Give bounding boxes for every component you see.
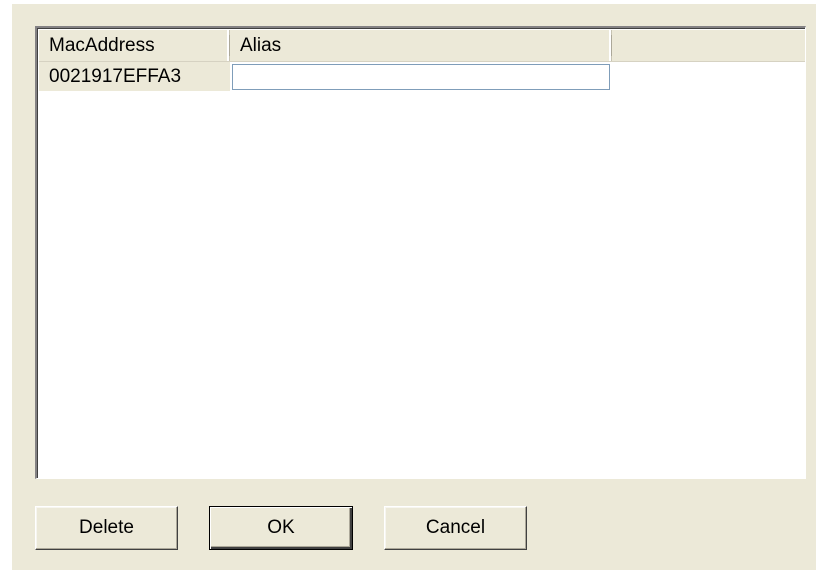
alias-dialog: MacAddress Alias 0021917EFFA3 Delete OK … (12, 4, 816, 570)
delete-button[interactable]: Delete (35, 506, 178, 550)
ok-button[interactable]: OK (209, 506, 353, 550)
table-row[interactable]: 0021917EFFA3 (39, 62, 805, 91)
mac-address-value: 0021917EFFA3 (49, 66, 182, 87)
column-header-alias[interactable]: Alias (230, 30, 612, 61)
cancel-button[interactable]: Cancel (384, 506, 527, 550)
list-header: MacAddress Alias (39, 30, 805, 62)
column-header-macaddress[interactable]: MacAddress (39, 30, 230, 61)
alias-edit-field[interactable] (232, 64, 610, 90)
mac-alias-list[interactable]: MacAddress Alias 0021917EFFA3 (35, 26, 806, 479)
column-header-label: Alias (240, 35, 282, 56)
column-header-filler (612, 30, 805, 61)
mac-address-cell[interactable]: 0021917EFFA3 (39, 62, 230, 91)
column-header-label: MacAddress (49, 35, 155, 56)
